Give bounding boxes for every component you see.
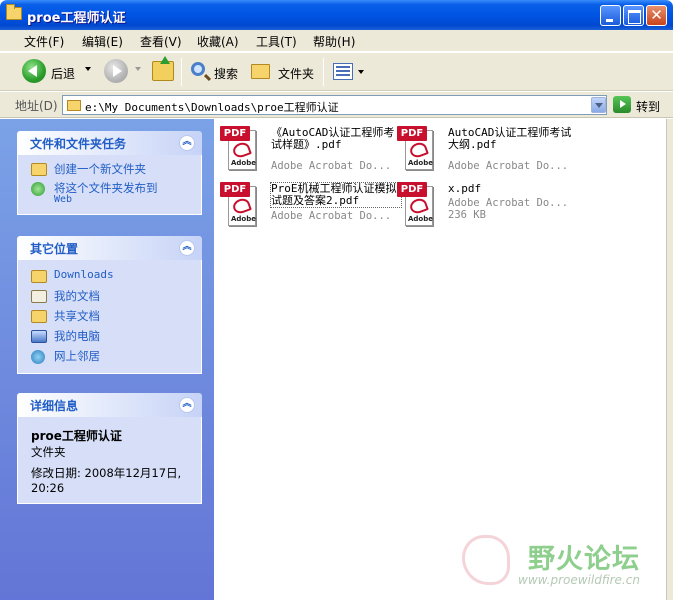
details-modified: 修改日期: 2008年12月17日,	[31, 466, 182, 480]
file-item[interactable]: PDF Adobe 《AutoCAD认证工程师考试样题》.pdf Adobe Ac…	[220, 126, 395, 176]
link-label: Downloads	[54, 268, 114, 281]
maximize-button[interactable]	[623, 5, 644, 26]
back-button[interactable]: 后退	[51, 65, 75, 82]
folders-button[interactable]: 文件夹	[278, 65, 314, 82]
pdf-file-icon: PDF Adobe	[220, 182, 262, 228]
folder-icon	[6, 4, 22, 20]
new-folder-icon	[31, 163, 47, 176]
window-title: proe工程师认证	[27, 11, 126, 26]
place-downloads[interactable]: Downloads	[18, 268, 201, 287]
collapse-icon[interactable]: ︽	[179, 135, 195, 151]
folder-icon	[67, 100, 81, 111]
details-header[interactable]: 详细信息 ︽	[17, 393, 202, 417]
panel-title: 文件和文件夹任务	[30, 137, 127, 151]
file-type: Adobe Acrobat Do...	[271, 160, 392, 172]
link-label: 创建一个新文件夹	[54, 162, 146, 176]
close-icon: ✕	[650, 6, 663, 24]
folder-icon	[31, 270, 47, 283]
toolbar-separator	[323, 58, 324, 86]
file-tasks-panel: 文件和文件夹任务 ︽ 创建一个新文件夹 将这个文件夹发布到 Web	[17, 131, 202, 215]
search-icon[interactable]	[191, 62, 205, 76]
other-places-header[interactable]: 其它位置 ︽	[17, 236, 202, 260]
panel-title: 详细信息	[30, 399, 79, 413]
link-label: 我的电脑	[54, 329, 100, 343]
close-button[interactable]: ✕	[646, 5, 667, 26]
publish-web-link-cont[interactable]: Web	[18, 194, 201, 208]
new-folder-link[interactable]: 创建一个新文件夹	[18, 161, 201, 180]
file-item[interactable]: PDF Adobe AutoCAD认证工程师考试大纲.pdf Adobe Acro…	[397, 126, 572, 176]
title-bar[interactable]: proe工程师认证 ✕	[0, 0, 673, 30]
place-my-documents[interactable]: 我的文档	[18, 288, 201, 307]
pdf-file-icon: PDF Adobe	[220, 126, 262, 172]
details-type: 文件夹	[31, 445, 66, 459]
window-edge	[666, 119, 673, 600]
link-label: 共享文档	[54, 309, 100, 323]
link-label: 将这个文件夹发布到	[54, 181, 158, 195]
file-tasks-header[interactable]: 文件和文件夹任务 ︽	[17, 131, 202, 155]
details-modified-time: 20:26	[31, 481, 65, 495]
back-dropdown[interactable]	[85, 67, 91, 71]
go-label: 转到	[636, 100, 661, 114]
folders-icon[interactable]	[251, 64, 270, 79]
forward-dropdown[interactable]	[135, 67, 141, 71]
other-places-panel: 其它位置 ︽ Downloads 我的文档 共享文档 我的电脑 网上邻居	[17, 236, 202, 374]
go-button[interactable]: 转到	[613, 95, 669, 115]
computer-icon	[31, 330, 47, 343]
pdf-file-icon: PDF Adobe	[397, 126, 439, 172]
toolbar-separator	[181, 58, 182, 86]
panel-title: 其它位置	[30, 242, 79, 256]
details-name: proe工程师认证	[31, 429, 122, 443]
shared-folder-icon	[31, 310, 47, 323]
menu-file[interactable]: 文件(F)	[24, 33, 64, 50]
place-my-computer[interactable]: 我的电脑	[18, 328, 201, 347]
link-label: 我的文档	[54, 289, 100, 303]
file-type: Adobe Acrobat Do...	[448, 160, 569, 172]
file-item[interactable]: PDF Adobe x.pdf Adobe Acrobat Do... 236 K…	[397, 182, 572, 232]
views-icon[interactable]	[333, 63, 353, 80]
link-label: 网上邻居	[54, 349, 100, 363]
folder-up-icon[interactable]	[152, 56, 174, 81]
butterfly-logo-icon	[462, 535, 510, 585]
menu-tools[interactable]: 工具(T)	[256, 33, 297, 50]
menu-favorites[interactable]: 收藏(A)	[197, 33, 239, 50]
pdf-file-icon: PDF Adobe	[397, 182, 439, 228]
watermark-url: www.proewildfire.cn	[518, 573, 640, 587]
forward-icon[interactable]	[104, 59, 128, 83]
menu-view[interactable]: 查看(V)	[140, 33, 182, 50]
file-size: 236 KB	[448, 209, 486, 221]
collapse-icon[interactable]: ︽	[179, 397, 195, 413]
file-item[interactable]: PDF Adobe ProE机械工程师认证模拟试题及答案2.pdf Adobe A…	[220, 182, 402, 232]
file-name: 《AutoCAD认证工程师考试样题》.pdf	[271, 126, 395, 151]
collapse-icon[interactable]: ︽	[179, 240, 195, 256]
menu-bar: 文件(F) 编辑(E) 查看(V) 收藏(A) 工具(T) 帮助(H)	[0, 30, 673, 79]
my-documents-icon	[31, 290, 47, 303]
file-list[interactable]: PDF Adobe 《AutoCAD认证工程师考试样题》.pdf Adobe Ac…	[214, 119, 666, 600]
place-network[interactable]: 网上邻居	[18, 348, 201, 367]
file-type: Adobe Acrobat Do...	[448, 197, 569, 209]
search-button[interactable]: 搜索	[214, 65, 238, 82]
network-icon	[31, 350, 45, 364]
address-bar: 地址(D) e:\My Documents\Downloads\proe工程师认…	[0, 92, 673, 118]
views-dropdown[interactable]	[358, 70, 364, 74]
link-label: Web	[54, 194, 73, 205]
place-shared-documents[interactable]: 共享文档	[18, 308, 201, 327]
back-icon[interactable]	[22, 59, 46, 83]
minimize-button[interactable]	[600, 5, 621, 26]
details-panel: 详细信息 ︽ proe工程师认证 文件夹 修改日期: 2008年12月17日, …	[17, 393, 202, 504]
task-pane: 文件和文件夹任务 ︽ 创建一个新文件夹 将这个文件夹发布到 Web 其它位置 ︽…	[0, 119, 214, 600]
watermark: 野火论坛 www.proewildfire.cn	[462, 535, 672, 595]
file-name: ProE机械工程师认证模拟试题及答案2.pdf	[270, 182, 402, 208]
go-arrow-icon	[613, 96, 631, 113]
address-dropdown[interactable]	[591, 97, 606, 113]
address-path[interactable]: e:\My Documents\Downloads\proe工程师认证	[85, 99, 339, 115]
menu-edit[interactable]: 编辑(E)	[82, 33, 123, 50]
watermark-text: 野火论坛	[528, 544, 640, 575]
address-input[interactable]: e:\My Documents\Downloads\proe工程师认证	[62, 95, 607, 115]
file-name: x.pdf	[448, 182, 482, 195]
menu-help[interactable]: 帮助(H)	[313, 33, 355, 50]
address-label: 地址(D)	[15, 99, 58, 113]
file-name: AutoCAD认证工程师考试大纲.pdf	[448, 126, 572, 151]
file-type: Adobe Acrobat Do...	[271, 210, 392, 222]
